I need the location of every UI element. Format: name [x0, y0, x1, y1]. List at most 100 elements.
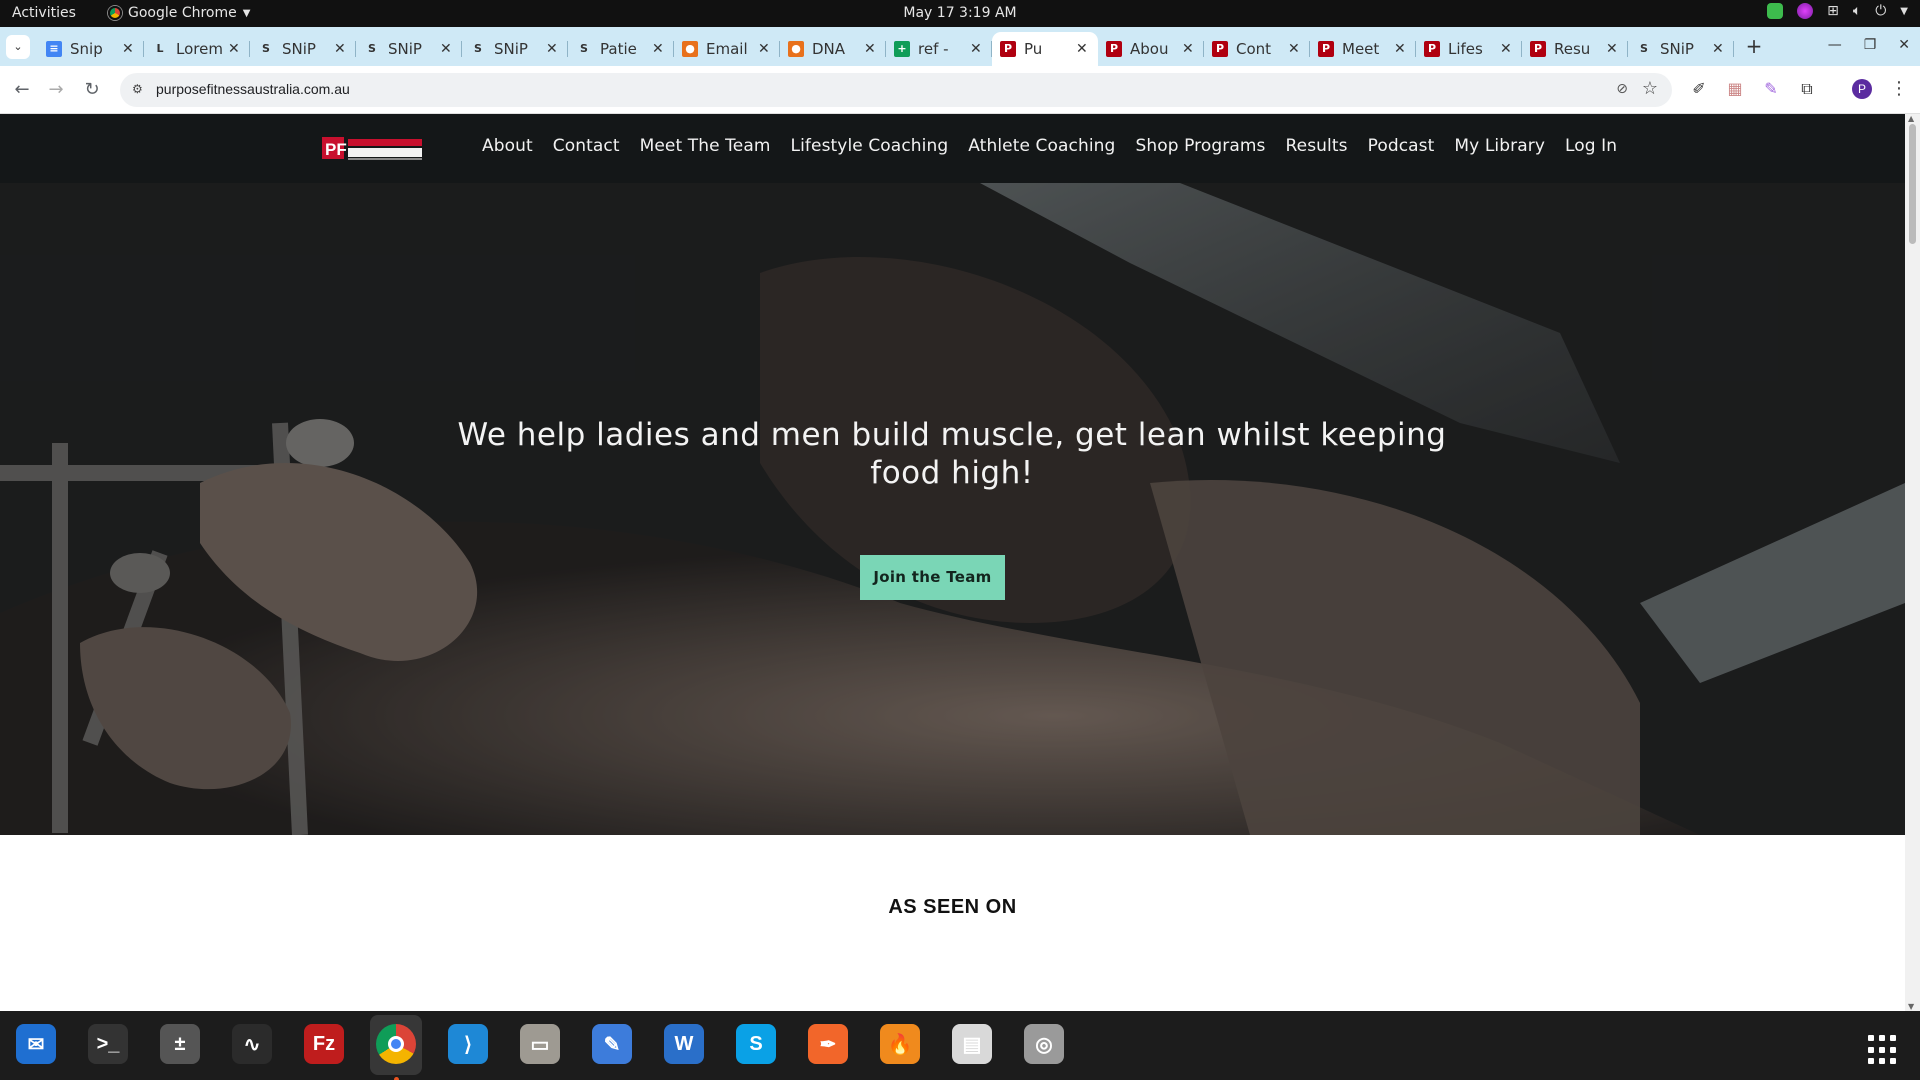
system-tray[interactable]: ⊞ 🔈︎ ⏻ ▼	[1767, 3, 1908, 19]
close-tab-icon[interactable]: ✕	[440, 41, 454, 57]
join-the-team-button[interactable]: Join the Team	[860, 555, 1005, 600]
url-text[interactable]: purposefitnessaustralia.com.au	[156, 81, 350, 97]
browser-tab[interactable]: + ref - ✕	[886, 32, 992, 66]
browser-tab[interactable]: S SNiP ✕	[250, 32, 356, 66]
dock-item[interactable]: ±	[154, 1021, 206, 1073]
tab-search-button[interactable]: ⌄	[6, 35, 30, 59]
close-tab-icon[interactable]: ✕	[1288, 41, 1302, 57]
close-tab-icon[interactable]: ✕	[546, 41, 560, 57]
browser-tab[interactable]: S SNiP ✕	[1628, 32, 1734, 66]
tab-title: Lifes	[1448, 40, 1483, 58]
nav-link-athlete-coaching[interactable]: Athlete Coaching	[968, 136, 1115, 156]
bookmark-star-icon[interactable]: ☆	[1642, 78, 1658, 99]
nav-link-my-library[interactable]: My Library	[1454, 136, 1545, 156]
new-tab-button[interactable]: +	[1742, 35, 1766, 59]
nav-link-about[interactable]: About	[482, 136, 533, 156]
caret-down-icon[interactable]: ▼	[1900, 6, 1908, 17]
browser-tab[interactable]: P Pu ✕	[992, 32, 1098, 66]
profile-avatar[interactable]: P	[1852, 79, 1872, 99]
close-tab-icon[interactable]: ✕	[1182, 41, 1196, 57]
browser-tab[interactable]: S Patie ✕	[568, 32, 674, 66]
nav-link-podcast[interactable]: Podcast	[1368, 136, 1435, 156]
dock-item[interactable]: S	[730, 1021, 782, 1073]
dock-item[interactable]: Fz	[298, 1021, 350, 1073]
browser-tab[interactable]: P Cont ✕	[1204, 32, 1310, 66]
dock-item[interactable]: W	[658, 1021, 710, 1073]
browser-tab[interactable]: P Meet ✕	[1310, 32, 1416, 66]
power-icon[interactable]: ⏻	[1875, 3, 1886, 19]
close-tab-icon[interactable]: ✕	[1606, 41, 1620, 57]
dock-item[interactable]: ◎	[1018, 1021, 1070, 1073]
close-tab-icon[interactable]: ✕	[1394, 41, 1408, 57]
reload-button[interactable]: ↻	[80, 78, 104, 102]
dock-item[interactable]: ✒	[802, 1021, 854, 1073]
eyedropper-extension-icon[interactable]: ✐	[1688, 78, 1710, 100]
close-tab-icon[interactable]: ✕	[1712, 41, 1726, 57]
dock-item[interactable]: ∿	[226, 1021, 278, 1073]
scroll-up-arrow-icon[interactable]: ▲	[1908, 114, 1914, 123]
close-tab-icon[interactable]: ✕	[652, 41, 666, 57]
dock-item[interactable]: ▤	[946, 1021, 998, 1073]
close-tab-icon[interactable]: ✕	[1500, 41, 1514, 57]
close-tab-icon[interactable]: ✕	[758, 41, 772, 57]
tab-title: DNA	[812, 40, 846, 58]
network-icon[interactable]: ⊞	[1827, 3, 1839, 19]
nav-link-shop-programs[interactable]: Shop Programs	[1135, 136, 1265, 156]
nav-link-results[interactable]: Results	[1285, 136, 1347, 156]
browser-tab[interactable]: L Lorem ✕	[144, 32, 250, 66]
browser-tab[interactable]: P Resu ✕	[1522, 32, 1628, 66]
nav-link-contact[interactable]: Contact	[553, 136, 620, 156]
calendar-extension-icon[interactable]: ▦	[1724, 78, 1746, 100]
close-tab-icon[interactable]: ✕	[970, 41, 984, 57]
dock-item[interactable]: >_	[82, 1021, 134, 1073]
restore-icon[interactable]: ❐	[1864, 37, 1877, 53]
activities-button[interactable]: Activities	[12, 5, 76, 21]
browser-tab[interactable]: ● DNA ✕	[780, 32, 886, 66]
forward-button[interactable]: →	[44, 78, 68, 102]
app-indicator-icon[interactable]	[1797, 3, 1814, 19]
nav-link-log-in[interactable]: Log In	[1565, 136, 1617, 156]
close-tab-icon[interactable]: ✕	[864, 41, 878, 57]
inkscape-icon: ✒	[808, 1024, 848, 1064]
page-scrollbar[interactable]: ▲ ▼	[1905, 114, 1920, 1011]
shield-check-icon[interactable]	[1767, 3, 1784, 19]
dock-item[interactable]: ✎	[586, 1021, 638, 1073]
volume-icon[interactable]: 🔈︎	[1853, 3, 1861, 19]
dock-item[interactable]: ⟩	[442, 1021, 494, 1073]
dock-item[interactable]: 🔥	[874, 1021, 926, 1073]
scroll-down-arrow-icon[interactable]: ▼	[1908, 1002, 1914, 1011]
scrollbar-thumb[interactable]	[1909, 124, 1916, 244]
browser-tab[interactable]: S SNiP ✕	[356, 32, 462, 66]
tab-title: Cont	[1236, 40, 1272, 58]
app-menu[interactable]: Google Chrome ▼	[108, 5, 250, 21]
site-info-icon[interactable]: ⚙	[132, 82, 148, 98]
browser-tab[interactable]: P Abou ✕	[1098, 32, 1204, 66]
browser-tab[interactable]: ≡ Snip ✕	[38, 32, 144, 66]
purpose-fitness-logo[interactable]: PF	[322, 135, 424, 161]
eye-off-icon[interactable]: ⊘	[1616, 81, 1628, 97]
chrome-icon	[376, 1024, 416, 1064]
close-window-icon[interactable]: ✕	[1898, 37, 1910, 53]
clock[interactable]: May 17 3:19 AM	[903, 5, 1016, 21]
back-button[interactable]: ←	[10, 78, 34, 102]
browser-tab[interactable]: ● Email ✕	[674, 32, 780, 66]
as-seen-on-heading: AS SEEN ON	[888, 896, 1017, 918]
close-tab-icon[interactable]: ✕	[122, 41, 136, 57]
vscode-icon: ⟩	[448, 1024, 488, 1064]
show-applications-icon[interactable]	[1868, 1035, 1898, 1065]
dock-item[interactable]	[370, 1015, 422, 1080]
nav-link-meet-the-team[interactable]: Meet The Team	[640, 136, 771, 156]
nav-link-lifestyle-coaching[interactable]: Lifestyle Coaching	[791, 136, 949, 156]
chrome-menu-icon[interactable]: ⋮	[1890, 78, 1908, 99]
extensions-puzzle-icon[interactable]: ⧉	[1796, 78, 1818, 100]
browser-tab[interactable]: P Lifes ✕	[1416, 32, 1522, 66]
minimize-icon[interactable]: —	[1828, 37, 1842, 53]
pen-extension-icon[interactable]: ✎	[1760, 78, 1782, 100]
dock-item[interactable]: ✉	[10, 1021, 62, 1073]
dock-item[interactable]: ▭	[514, 1021, 566, 1073]
close-tab-icon[interactable]: ✕	[334, 41, 348, 57]
close-tab-icon[interactable]: ✕	[1076, 41, 1090, 57]
close-tab-icon[interactable]: ✕	[228, 41, 242, 57]
address-bar[interactable]: ⚙ purposefitnessaustralia.com.au ⊘ ☆	[120, 73, 1672, 107]
browser-tab[interactable]: S SNiP ✕	[462, 32, 568, 66]
